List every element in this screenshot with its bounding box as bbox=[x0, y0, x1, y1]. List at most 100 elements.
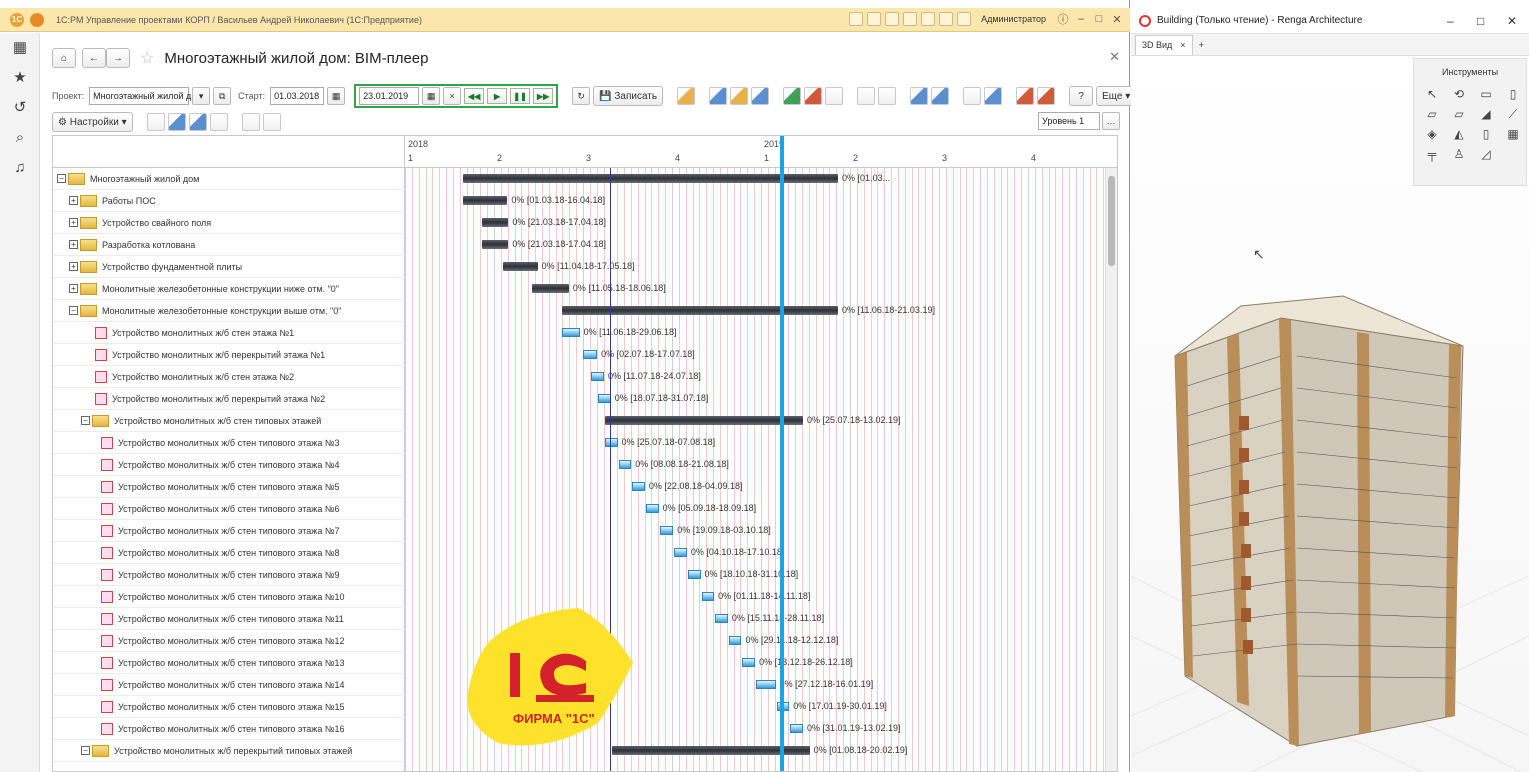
task-row[interactable]: Устройство монолитных ж/б стен типового … bbox=[53, 586, 405, 608]
favorites-star-icon[interactable]: ★ bbox=[0, 63, 40, 93]
maximize-icon[interactable]: □ bbox=[1477, 14, 1484, 28]
task-row[interactable]: − Устройство монолитных ж/б перекрытий ти… bbox=[53, 740, 405, 762]
clear-icon[interactable]: × bbox=[443, 87, 462, 105]
stair-tool-icon[interactable]: ◈ bbox=[1424, 127, 1440, 141]
indent-icon[interactable] bbox=[146, 113, 165, 131]
model-icon[interactable] bbox=[910, 87, 929, 105]
home-button[interactable]: ⌂ bbox=[52, 48, 76, 68]
expand-toggle-icon[interactable]: + bbox=[69, 240, 78, 249]
task-bar[interactable] bbox=[645, 504, 659, 513]
scroll-thumb[interactable] bbox=[1108, 176, 1115, 266]
summary-bar[interactable] bbox=[604, 416, 803, 425]
task-bar[interactable] bbox=[728, 636, 742, 645]
apps-grid-icon[interactable]: ▦ bbox=[0, 33, 40, 63]
close-icon[interactable]: ✕ bbox=[1110, 13, 1124, 26]
start-date-input[interactable]: 01.03.2018 bbox=[270, 87, 325, 105]
door-tool-icon[interactable]: ▯ bbox=[1478, 127, 1494, 141]
task-row[interactable]: Устройство монолитных ж/б стен этажа №2 bbox=[53, 366, 405, 388]
summary-bar[interactable] bbox=[462, 196, 508, 205]
play-button[interactable]: ▶ bbox=[487, 88, 508, 104]
task-row[interactable]: + Разработка котлована bbox=[53, 234, 405, 256]
vertical-scrollbar[interactable] bbox=[1105, 168, 1117, 771]
favorite-star-icon[interactable]: ☆ bbox=[140, 48, 154, 68]
roof-tool-icon[interactable]: ◢ bbox=[1478, 107, 1494, 121]
equipment-tool-icon[interactable]: ♙ bbox=[1451, 147, 1467, 161]
zoom-out-icon[interactable] bbox=[262, 113, 281, 131]
main-menu-icon[interactable] bbox=[30, 12, 44, 27]
task-row[interactable]: Устройство монолитных ж/б стен типового … bbox=[53, 498, 405, 520]
column-tool-icon[interactable]: ▯ bbox=[1505, 87, 1521, 101]
task-row[interactable]: − Устройство монолитных ж/б стен типовых … bbox=[53, 410, 405, 432]
bell-icon[interactable]: ♫ bbox=[0, 153, 40, 183]
task-bar[interactable] bbox=[591, 372, 604, 381]
level-input[interactable]: Уровень 1 bbox=[1038, 112, 1100, 130]
task-row[interactable]: Устройство монолитных ж/б стен типового … bbox=[53, 652, 405, 674]
summary-bar[interactable] bbox=[482, 240, 509, 249]
opening-tool-icon[interactable]: ◿ bbox=[1478, 147, 1494, 161]
collapse-toggle-icon[interactable]: − bbox=[81, 416, 90, 425]
collapse-toggle-icon[interactable]: − bbox=[69, 306, 78, 315]
task-bar[interactable] bbox=[659, 526, 674, 535]
filter-icon[interactable] bbox=[209, 113, 228, 131]
toolbar-icon[interactable] bbox=[903, 12, 918, 26]
task-row[interactable]: Устройство монолитных ж/б стен типового … bbox=[53, 432, 405, 454]
current-date-input[interactable]: 23.01.2019 bbox=[359, 87, 420, 105]
summary-bar[interactable] bbox=[531, 284, 569, 293]
toolbar-icon[interactable] bbox=[885, 12, 900, 26]
hierarchy-icon[interactable] bbox=[730, 87, 749, 105]
task-row[interactable]: + Монолитные железобетонные конструкции н… bbox=[53, 278, 405, 300]
task-row[interactable]: + Устройство свайного поля bbox=[53, 212, 405, 234]
help-button[interactable]: ? bbox=[1069, 86, 1094, 106]
scale-icon[interactable] bbox=[963, 87, 982, 105]
app-logo-icon[interactable]: 1С bbox=[10, 12, 24, 27]
save-button[interactable]: 💾 Записать bbox=[593, 86, 664, 106]
close-icon[interactable]: ✕ bbox=[1507, 14, 1517, 28]
sort-icon[interactable] bbox=[1037, 87, 1056, 105]
task-bar[interactable] bbox=[632, 482, 645, 491]
forward-button[interactable]: → bbox=[106, 48, 130, 68]
expand-toggle-icon[interactable]: + bbox=[69, 218, 78, 227]
gantt-icon[interactable] bbox=[751, 87, 770, 105]
expand-icon[interactable] bbox=[167, 113, 186, 131]
task-bar[interactable] bbox=[674, 548, 687, 557]
task-row[interactable]: Устройство монолитных ж/б перекрытий эта… bbox=[53, 388, 405, 410]
pause-button[interactable]: ❚❚ bbox=[510, 88, 531, 104]
document-icon[interactable] bbox=[783, 87, 802, 105]
summary-bar[interactable] bbox=[482, 218, 509, 227]
task-row[interactable]: + Работы ПОС bbox=[53, 190, 405, 212]
open-icon[interactable]: ⧉ bbox=[213, 87, 232, 105]
toolbar-icon[interactable] bbox=[867, 12, 882, 26]
dropdown-icon[interactable]: ▾ bbox=[192, 87, 211, 105]
task-bar[interactable] bbox=[582, 350, 598, 359]
task-bar[interactable] bbox=[715, 614, 728, 623]
info-icon[interactable]: ⓘ bbox=[1056, 11, 1070, 27]
edit-icon[interactable] bbox=[857, 87, 876, 105]
task-row[interactable]: Устройство монолитных ж/б стен этажа №1 bbox=[53, 322, 405, 344]
railing-tool-icon[interactable]: ╤ bbox=[1424, 147, 1440, 161]
task-row[interactable]: Устройство монолитных ж/б стен типового … bbox=[53, 542, 405, 564]
toolbar-icon[interactable] bbox=[849, 12, 864, 26]
ramp-tool-icon[interactable]: ◭ bbox=[1451, 127, 1467, 141]
fast-forward-button[interactable]: ▶▶ bbox=[533, 88, 554, 104]
table-icon[interactable] bbox=[825, 87, 844, 105]
calendar-icon[interactable]: ▦ bbox=[327, 87, 346, 105]
tab-3d-view[interactable]: 3D Вид × bbox=[1135, 34, 1193, 55]
beam-tool-icon[interactable]: ⟋ bbox=[1505, 107, 1521, 121]
toolbar-icon[interactable] bbox=[921, 12, 936, 26]
task-row[interactable]: Устройство монолитных ж/б стен типового … bbox=[53, 454, 405, 476]
back-button[interactable]: ← bbox=[82, 48, 106, 68]
abc-icon[interactable] bbox=[1016, 87, 1035, 105]
sync-icon[interactable] bbox=[931, 87, 950, 105]
summary-bar[interactable] bbox=[502, 262, 538, 271]
rewind-button[interactable]: ◀◀ bbox=[464, 88, 485, 104]
add-tab-icon[interactable]: + bbox=[1199, 40, 1204, 50]
task-row[interactable]: Устройство монолитных ж/б стен типового … bbox=[53, 564, 405, 586]
task-row[interactable]: Устройство монолитных ж/б стен типового … bbox=[53, 630, 405, 652]
current-user[interactable]: Администратор bbox=[981, 14, 1046, 24]
task-bar[interactable] bbox=[756, 680, 776, 689]
refresh-icon[interactable]: ↻ bbox=[572, 87, 591, 105]
link-icon[interactable] bbox=[804, 87, 823, 105]
window-tool-icon[interactable]: ▦ bbox=[1505, 127, 1521, 141]
task-bar[interactable] bbox=[562, 328, 580, 337]
minimize-icon[interactable]: – bbox=[1074, 13, 1088, 25]
